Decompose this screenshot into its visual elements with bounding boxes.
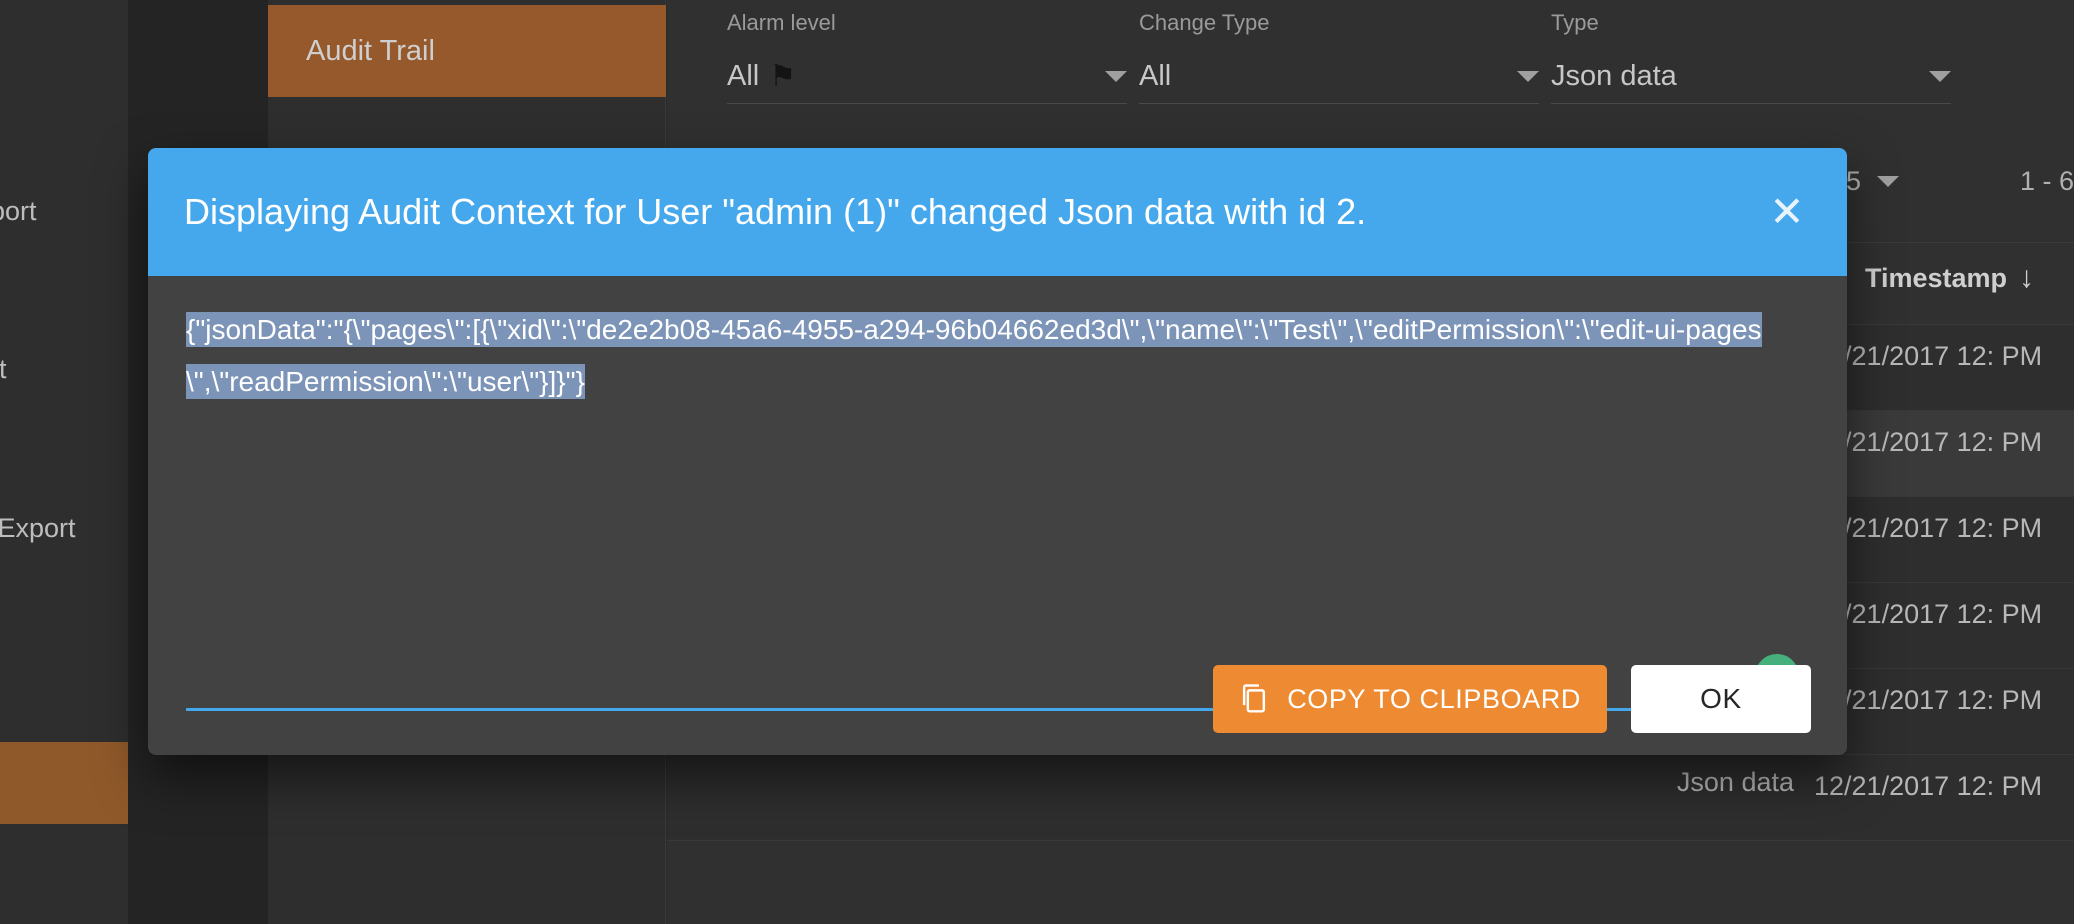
json-field-wrap[interactable]: {"jsonData":"{\"pages\":[{\"xid\":\"de2e… bbox=[186, 304, 1809, 634]
dialog-header: Displaying Audit Context for User "admin… bbox=[148, 148, 1847, 276]
json-data-selected-text: {"jsonData":"{\"pages\":[{\"xid\":\"de2e… bbox=[186, 312, 1762, 399]
audit-context-dialog: Displaying Audit Context for User "admin… bbox=[148, 148, 1847, 755]
dialog-actions: COPY TO CLIPBOARD OK bbox=[1213, 665, 1811, 733]
dialog-body: {"jsonData":"{\"pages\":[{\"xid\":\"de2e… bbox=[148, 276, 1847, 755]
copy-to-clipboard-button[interactable]: COPY TO CLIPBOARD bbox=[1213, 665, 1607, 733]
copy-icon bbox=[1239, 683, 1269, 715]
json-data-input[interactable]: {"jsonData":"{\"pages\":[{\"xid\":\"de2e… bbox=[186, 304, 1809, 408]
close-icon[interactable]: ✕ bbox=[1757, 182, 1817, 242]
ok-button[interactable]: OK bbox=[1631, 665, 1811, 733]
copy-to-clipboard-label: COPY TO CLIPBOARD bbox=[1287, 683, 1581, 714]
modal-overlay: Displaying Audit Context for User "admin… bbox=[0, 0, 2074, 924]
dialog-title: Displaying Audit Context for User "admin… bbox=[184, 191, 1367, 232]
